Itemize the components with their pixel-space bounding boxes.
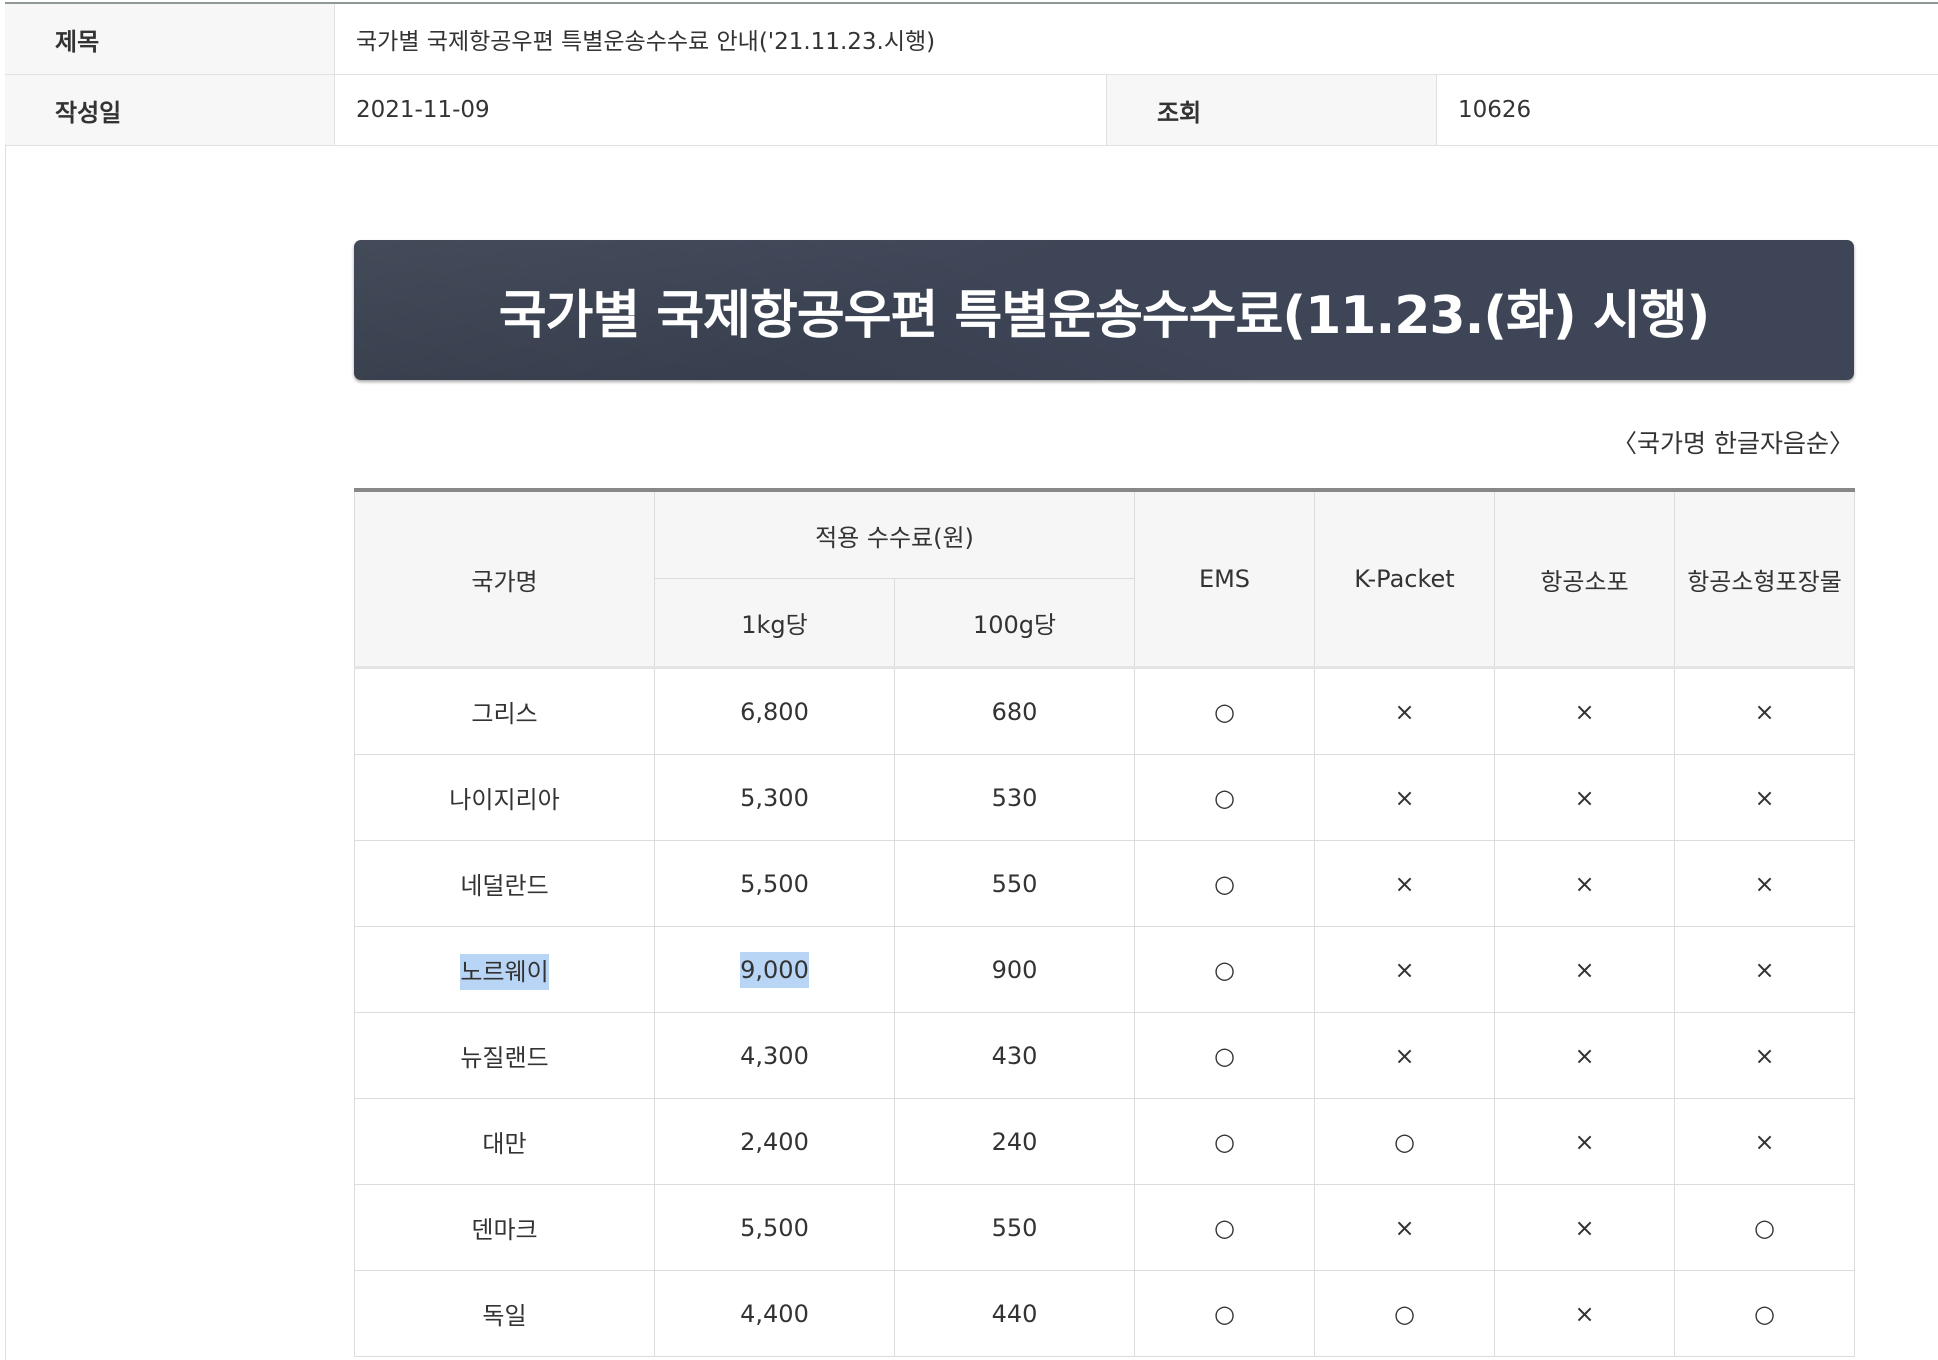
- kpacket-cell: ×: [1314, 1184, 1495, 1271]
- ems-cell: ○: [1134, 1098, 1315, 1185]
- air-parcel-cell: ×: [1494, 667, 1675, 755]
- fee-per-100g-cell: 240: [894, 1098, 1135, 1185]
- fee-per-kg-cell: 5,300: [654, 754, 895, 841]
- country-cell: 그리스: [354, 667, 655, 755]
- country-cell: 나이지리아: [354, 754, 655, 841]
- air-small-packet-cell: ×: [1674, 1012, 1855, 1099]
- country-cell: 네덜란드: [354, 840, 655, 927]
- ems-cell: ○: [1134, 1270, 1315, 1357]
- kpacket-cell: ×: [1314, 667, 1495, 755]
- header-air-parcel: 항공소포: [1494, 489, 1675, 668]
- fee-per-100g-cell: 900: [894, 926, 1135, 1013]
- header-kpacket: K-Packet: [1314, 489, 1495, 668]
- air-parcel-cell: ×: [1494, 1098, 1675, 1185]
- kpacket-cell: ×: [1314, 926, 1495, 1013]
- fee-per-kg-cell: 4,300: [654, 1012, 895, 1099]
- selected-text[interactable]: 노르웨이: [460, 954, 549, 990]
- title-label: 제목: [5, 4, 335, 74]
- fee-per-100g-cell: 530: [894, 754, 1135, 841]
- kpacket-cell: ○: [1314, 1270, 1495, 1357]
- header-air-small-packet: 항공소형포장물: [1674, 489, 1855, 668]
- title-row: 제목 국가별 국제항공우편 특별운송수수료 안내('21.11.23.시행): [5, 4, 1938, 75]
- header-fee-group: 적용 수수료(원): [654, 489, 1135, 579]
- air-small-packet-cell: ○: [1674, 1184, 1855, 1271]
- table-row: 노르웨이 9,000 900 ○ × × ×: [354, 926, 1855, 1013]
- selected-text[interactable]: 9,000: [740, 951, 809, 988]
- country-cell: 노르웨이: [354, 926, 655, 1013]
- post-date: 2021-11-09: [335, 75, 1107, 145]
- fee-per-100g-cell: 440: [894, 1270, 1135, 1357]
- date-label: 작성일: [5, 75, 335, 145]
- table-row: 뉴질랜드 4,300 430 ○ × × ×: [354, 1012, 1855, 1099]
- fee-per-100g-cell: 550: [894, 1184, 1135, 1271]
- air-parcel-cell: ×: [1494, 926, 1675, 1013]
- kpacket-cell: ×: [1314, 840, 1495, 927]
- ems-cell: ○: [1134, 667, 1315, 755]
- table-row: 덴마크 5,500 550 ○ × × ○: [354, 1184, 1855, 1271]
- ems-cell: ○: [1134, 1012, 1315, 1099]
- header-country: 국가명: [354, 489, 655, 668]
- ems-cell: ○: [1134, 754, 1315, 841]
- fee-per-kg-cell: 6,800: [654, 667, 895, 755]
- fee-per-kg-cell: 2,400: [654, 1098, 895, 1185]
- sort-note: 〈국가명 한글자음순〉: [1612, 429, 1854, 458]
- header-ems: EMS: [1134, 489, 1315, 668]
- country-cell: 대만: [354, 1098, 655, 1185]
- views-label: 조회: [1107, 75, 1437, 145]
- air-parcel-cell: ×: [1494, 1270, 1675, 1357]
- ems-cell: ○: [1134, 840, 1315, 927]
- info-row: 작성일 2021-11-09 조회 10626: [5, 75, 1938, 146]
- notice-banner: 국가별 국제항공우편 특별운송수수료(11.23.(화) 시행): [354, 240, 1854, 380]
- fee-per-kg-cell: 5,500: [654, 840, 895, 927]
- air-parcel-cell: ×: [1494, 1184, 1675, 1271]
- country-cell: 독일: [354, 1270, 655, 1357]
- fee-per-100g-cell: 430: [894, 1012, 1135, 1099]
- fee-per-kg-cell: 9,000: [654, 926, 895, 1013]
- air-small-packet-cell: ×: [1674, 667, 1855, 755]
- header-per-kg: 1kg당: [654, 578, 895, 668]
- header-per-100g: 100g당: [894, 578, 1135, 668]
- air-parcel-cell: ×: [1494, 754, 1675, 841]
- country-cell: 덴마크: [354, 1184, 655, 1271]
- post-meta-table: 제목 국가별 국제항공우편 특별운송수수료 안내('21.11.23.시행) 작…: [5, 2, 1938, 146]
- table-row: 그리스 6,800 680 ○ × × ×: [354, 667, 1855, 755]
- kpacket-cell: ×: [1314, 754, 1495, 841]
- air-small-packet-cell: ×: [1674, 926, 1855, 1013]
- air-small-packet-cell: ×: [1674, 840, 1855, 927]
- air-parcel-cell: ×: [1494, 1012, 1675, 1099]
- fee-per-kg-cell: 4,400: [654, 1270, 895, 1357]
- kpacket-cell: ×: [1314, 1012, 1495, 1099]
- view-count: 10626: [1437, 75, 1938, 145]
- air-parcel-cell: ×: [1494, 840, 1675, 927]
- kpacket-cell: ○: [1314, 1098, 1495, 1185]
- fee-per-kg-cell: 5,500: [654, 1184, 895, 1271]
- country-cell: 뉴질랜드: [354, 1012, 655, 1099]
- table-row: 독일 4,400 440 ○ ○ × ○: [354, 1270, 1855, 1357]
- table-row: 대만 2,400 240 ○ ○ × ×: [354, 1098, 1855, 1185]
- fee-per-100g-cell: 680: [894, 667, 1135, 755]
- notice-page: 제목 국가별 국제항공우편 특별운송수수료 안내('21.11.23.시행) 작…: [0, 0, 1938, 1360]
- ems-cell: ○: [1134, 926, 1315, 1013]
- ems-cell: ○: [1134, 1184, 1315, 1271]
- table-row: 나이지리아 5,300 530 ○ × × ×: [354, 754, 1855, 841]
- fee-per-100g-cell: 550: [894, 840, 1135, 927]
- fee-table: 국가명 적용 수수료(원) EMS K-Packet 항공소포 항공소형포장물 …: [354, 488, 1855, 1357]
- table-row: 네덜란드 5,500 550 ○ × × ×: [354, 840, 1855, 927]
- air-small-packet-cell: ×: [1674, 1098, 1855, 1185]
- post-title: 국가별 국제항공우편 특별운송수수료 안내('21.11.23.시행): [335, 4, 1938, 74]
- air-small-packet-cell: ○: [1674, 1270, 1855, 1357]
- air-small-packet-cell: ×: [1674, 754, 1855, 841]
